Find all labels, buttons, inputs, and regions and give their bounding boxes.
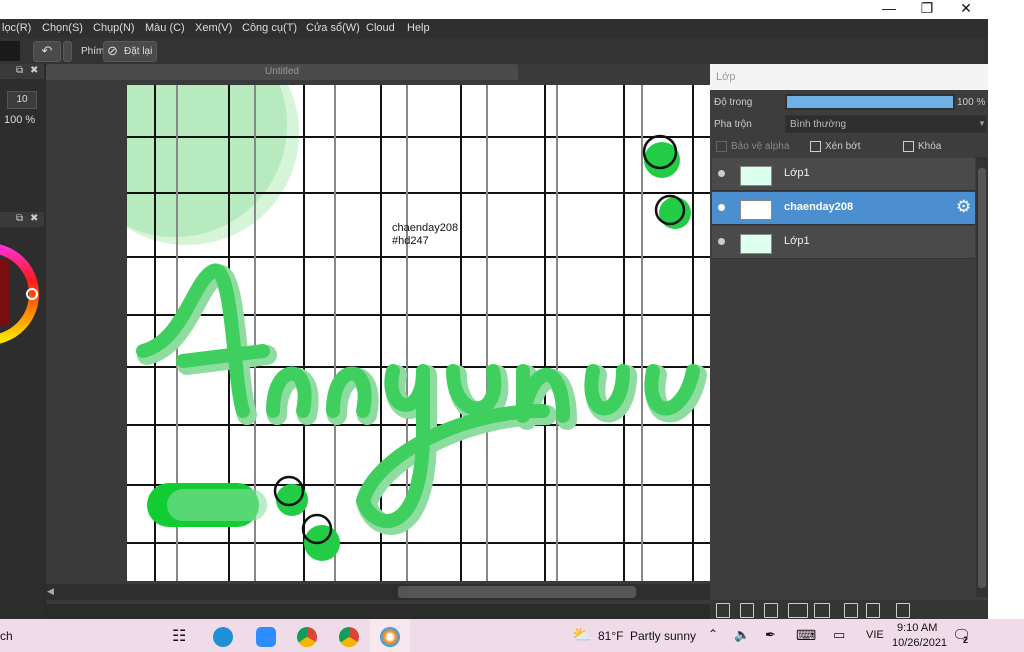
layer-actions-bar (710, 600, 988, 619)
canvas-artwork: chaenday208 #hd247 (127, 85, 710, 581)
clip-label: Xén bớt (825, 141, 861, 152)
close-button[interactable]: ✕ (947, 0, 985, 19)
popout-icon[interactable]: ⧉ (16, 65, 23, 76)
toolbar-handle[interactable] (63, 41, 72, 62)
volume-icon[interactable]: 🔈 (734, 627, 750, 643)
chrome-profile-icon[interactable] (339, 627, 359, 647)
drawing-canvas[interactable]: chaenday208 #hd247 (127, 85, 710, 581)
minimize-button[interactable]: — (870, 0, 908, 19)
menu-window[interactable]: Cửa sổ(W) (306, 22, 360, 34)
undo-arrow-icon[interactable]: ↶ (33, 41, 61, 62)
layer-thumbnail (740, 166, 772, 186)
merge-icon[interactable] (866, 603, 880, 618)
search-box[interactable]: ch (0, 629, 13, 643)
layer-scroll-thumb[interactable] (978, 168, 986, 588)
lock-label: Khóa (918, 141, 942, 152)
taskbar: ch ☷ ⛅ 81°F Partly sunny ⌃ 🔈 ✒ ⌨ ▭ VIE 9… (0, 619, 1024, 652)
blend-mode-select[interactable]: Bình thường ▼ (785, 115, 987, 133)
opacity-slider[interactable] (785, 94, 955, 110)
layer-row[interactable]: Lớp1 (712, 158, 975, 191)
protect-alpha-checkbox[interactable] (716, 141, 727, 152)
notification-icon[interactable]: 🗨 (952, 626, 971, 644)
color-panel-header: ⧉ ✖ (0, 212, 44, 227)
layer-name: Lớp1 (784, 235, 810, 247)
language-indicator[interactable]: VIE (866, 629, 884, 641)
layer-panel-title: Lớp (716, 71, 736, 83)
window-title-bar: — ❐ ✕ (0, 0, 988, 19)
visibility-icon[interactable] (718, 170, 725, 177)
menu-view[interactable]: Xem(V) (195, 22, 232, 34)
protect-alpha-label: Bảo vệ alpha (731, 141, 790, 152)
restore-button[interactable]: ❐ (908, 0, 946, 19)
blend-mode-value: Bình thường (790, 119, 847, 130)
trash-icon[interactable] (896, 603, 910, 618)
task-view-icon[interactable]: ☷ (172, 626, 186, 646)
opacity-label: Độ trong (714, 97, 753, 108)
weather-temp[interactable]: 81°F (598, 629, 623, 643)
add-layer-menu-icon[interactable] (788, 603, 808, 618)
brush-panel-header: ⧉ ✖ (0, 64, 44, 79)
desktop-strip (988, 0, 1024, 619)
zoom-icon[interactable] (256, 627, 276, 647)
folder-icon[interactable] (814, 603, 830, 618)
close-panel-icon[interactable]: ✖ (30, 65, 38, 76)
edge-icon[interactable] (213, 627, 233, 647)
layer-row-selected[interactable]: chaenday208 ⚙ (712, 192, 975, 225)
layer-name: Lớp1 (784, 167, 810, 179)
layer-thumbnail (740, 234, 772, 254)
menu-cloud[interactable]: Cloud (366, 22, 395, 34)
weather-text[interactable]: Partly sunny (630, 629, 696, 643)
reset-label: Đặt lại (124, 46, 153, 57)
new-layer-icon[interactable] (716, 603, 730, 618)
opacity-slider-fill (787, 96, 953, 108)
menu-capture[interactable]: Chụp(N) (93, 22, 135, 34)
gear-icon[interactable]: ⚙ (956, 197, 971, 217)
canvas-note-line1: chaenday208 (392, 222, 458, 234)
medibang-icon[interactable] (380, 627, 400, 647)
clock-date[interactable]: 10/26/2021 (892, 637, 947, 649)
opacity-value: 100 % (957, 97, 986, 108)
chevron-down-icon: ▼ (978, 119, 986, 128)
new-vector-layer-icon[interactable] (764, 603, 778, 618)
menu-help[interactable]: Help (407, 22, 430, 34)
menu-filter[interactable]: lọc(R) (2, 22, 31, 34)
layer-row[interactable]: Lớp1 (712, 226, 975, 259)
close-panel-icon[interactable]: ✖ (30, 213, 38, 224)
brush-opacity-label: 100 % (4, 114, 36, 126)
menu-tools[interactable]: Công cụ(T) (242, 22, 297, 34)
pen-icon[interactable]: ✒ (765, 627, 776, 643)
menu-bar: lọc(R) Chọn(S) Chụp(N) Màu (C) Xem(V) Cô… (0, 19, 988, 38)
chrome-icon[interactable] (297, 627, 317, 647)
duplicate-icon[interactable] (844, 603, 858, 618)
chevron-up-icon[interactable]: ⌃ (708, 627, 718, 641)
document-tab[interactable]: Untitled (46, 64, 518, 80)
reset-button[interactable]: ⊘ Đặt lại (103, 41, 157, 62)
keyboard-icon[interactable]: ⌨ (796, 627, 816, 644)
blend-label: Pha trộn (714, 119, 752, 130)
clip-checkbox[interactable] (810, 141, 821, 152)
key-label: Phím (81, 46, 105, 57)
canvas-note-line2: #hd247 (392, 235, 429, 247)
layer-thumbnail (740, 200, 772, 220)
prohibit-icon: ⊘ (107, 43, 118, 58)
notification-count: 2 (963, 635, 969, 645)
weather-icon[interactable]: ⛅ (572, 625, 592, 645)
display-icon[interactable]: ▭ (833, 627, 845, 643)
brush-size-field[interactable]: 10 (7, 91, 37, 109)
lock-checkbox[interactable] (903, 141, 914, 152)
scroll-left-icon[interactable]: ◀ (47, 586, 54, 597)
visibility-icon[interactable] (718, 204, 725, 211)
layer-name: chaenday208 (784, 201, 854, 213)
menu-select[interactable]: Chọn(S) (42, 22, 83, 34)
toolbar: ↶ Phím ⊘ Đặt lại (0, 38, 988, 65)
new-raster-layer-icon[interactable] (740, 603, 754, 618)
clock-time[interactable]: 9:10 AM (897, 622, 937, 634)
popout-icon[interactable]: ⧉ (16, 213, 23, 224)
color-wheel[interactable] (0, 228, 44, 360)
tool-swatch[interactable] (0, 41, 20, 61)
visibility-icon[interactable] (718, 238, 725, 245)
menu-color[interactable]: Màu (C) (145, 22, 185, 34)
horizontal-scroll-thumb[interactable] (398, 586, 636, 598)
layer-panel-header: Lớp (710, 64, 988, 90)
